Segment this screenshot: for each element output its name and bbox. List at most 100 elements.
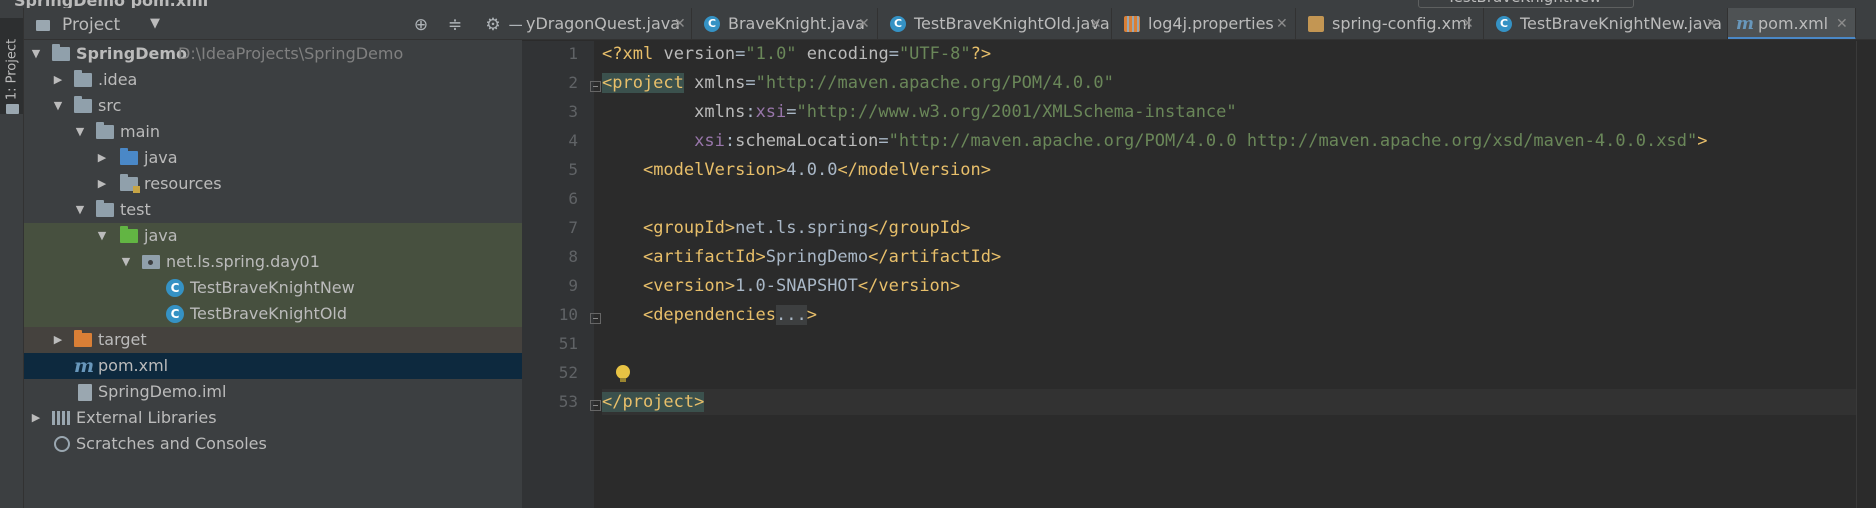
project-panel: Project ▼ ⊕ ≑ ⚙ — ▼ SpringDemo D:\IdeaPr… [24,8,526,508]
code-token: </version> [857,276,961,296]
fold-marker-icon[interactable] [590,81,601,92]
code-token: <groupId> [642,218,736,238]
code-token: "1.0" [745,44,797,64]
tab-braveknight[interactable]: C BraveKnight.java ✕ [692,8,878,39]
project-tool-window-tab[interactable]: 1: Project [0,18,23,114]
project-view-title[interactable]: Project [62,15,120,35]
line-number: 9 [568,276,578,295]
collapse-arrow-icon[interactable]: ▶ [52,327,64,353]
code-token: version [663,44,736,64]
source-folder-icon [120,148,138,165]
tree-label: Scratches and Consoles [76,434,267,453]
tree-item-package[interactable]: ▼ net.ls.spring.day01 [24,249,522,275]
module-folder-icon [52,44,70,61]
line-number: 2 [568,73,578,92]
tree-item-main-java[interactable]: ▶ java [24,145,522,171]
collapse-arrow-icon[interactable]: ▶ [96,171,108,197]
tree-item-pom[interactable]: m pom.xml [24,353,522,379]
project-tool-window-label: 1: Project [4,38,20,101]
maven-icon: m [74,355,95,377]
tree-item-main[interactable]: ▼ main [24,119,522,145]
editor-right-marker-strip[interactable] [1856,41,1876,508]
tab-label: pom.xml [1758,14,1829,33]
folded-region[interactable]: ... [776,305,807,325]
tree-item-iml[interactable]: SpringDemo.iml [24,379,522,405]
chevron-down-icon[interactable]: ▼ [150,16,160,31]
tree-item-idea[interactable]: ▶ .idea [24,67,522,93]
close-icon[interactable]: ✕ [1276,8,1288,39]
tree-label: SpringDemo.iml [98,382,227,401]
run-configuration-selector[interactable]: TestBraveKnightNew [1418,0,1634,8]
tab-label: TestBraveKnightNew.java [1520,14,1722,33]
line-number: 7 [568,218,578,237]
tree-item-scratches[interactable]: Scratches and Consoles [24,431,522,457]
left-tool-stripe: 1: Project [0,8,24,508]
expand-arrow-icon[interactable]: ▼ [74,197,86,223]
tab-log4j-properties[interactable]: log4j.properties ✕ [1112,8,1296,39]
tab-ydragonquest[interactable]: yDragonQuest.java ✕ [522,8,692,39]
close-icon[interactable]: ✕ [674,8,686,39]
java-class-icon: C [166,305,184,323]
tree-item-springdemo[interactable]: ▼ SpringDemo D:\IdeaProjects\SpringDemo [24,41,522,67]
collapse-arrow-icon[interactable]: ▶ [52,67,64,93]
line-number: 5 [568,160,578,179]
editor-area: yDragonQuest.java ✕ C BraveKnight.java ✕… [522,8,1876,508]
tree-label: pom.xml [98,356,169,375]
code-token: <dependencies [642,305,777,325]
tree-item-test-java[interactable]: ▼ java [24,223,522,249]
expand-arrow-icon[interactable]: ▼ [96,223,108,249]
tree-item-external-libraries[interactable]: ▶ External Libraries [24,405,522,431]
tree-item-class-old[interactable]: C TestBraveKnightOld [24,301,522,327]
gear-icon[interactable]: ⚙ [482,14,504,36]
line-number: 8 [568,247,578,266]
test-source-folder-icon [120,226,138,243]
fold-marker-icon[interactable] [590,313,601,324]
expand-arrow-icon[interactable]: ▼ [30,41,42,67]
tree-item-src[interactable]: ▼ src [24,93,522,119]
code-editor[interactable]: <?xml version="1.0" encoding="UTF-8"?> <… [602,41,1876,508]
package-icon [142,255,160,269]
tab-spring-config[interactable]: spring-config.xml ✕ [1296,8,1484,39]
code-line: <version>1.0-SNAPSHOT</version> [602,273,1876,299]
tree-label: target [98,330,147,349]
expand-arrow-icon[interactable]: ▼ [120,249,132,275]
code-token: schemaLocation [735,131,879,151]
collapse-arrow-icon[interactable]: ▶ [96,145,108,171]
code-token: ?> [970,44,992,64]
code-token: > [806,305,817,325]
breadcrumb[interactable]: SpringDemo pom.xml [14,0,208,8]
collapse-all-icon[interactable]: ≑ [444,14,466,36]
code-token: </artifactId> [868,247,1002,267]
tree-item-target[interactable]: ▶ target [24,327,522,353]
close-icon[interactable]: ✕ [1090,8,1102,39]
line-number: 4 [568,131,578,150]
tab-label: spring-config.xml [1332,14,1472,33]
tree-item-test[interactable]: ▼ test [24,197,522,223]
code-line-current: </project> [602,389,1876,415]
close-icon[interactable]: ✕ [1836,8,1848,39]
fold-marker-icon[interactable] [590,400,601,411]
intention-bulb-icon[interactable] [616,365,630,382]
expand-arrow-icon[interactable]: ▼ [74,119,86,145]
tree-label: TestBraveKnightNew [190,278,355,297]
java-class-icon: C [704,16,720,32]
tree-item-class-new[interactable]: C TestBraveKnightNew [24,275,522,301]
expand-arrow-icon[interactable]: ▼ [52,93,64,119]
line-number: 53 [558,392,578,411]
close-icon[interactable]: ✕ [1462,8,1474,39]
tree-label: .idea [98,70,138,89]
tree-item-resources[interactable]: ▶ resources [24,171,522,197]
close-icon[interactable]: ✕ [858,8,870,39]
code-line: <project xmlns="http://maven.apache.org/… [602,73,1114,93]
collapse-arrow-icon[interactable]: ▶ [30,405,42,431]
tab-testbraveknightnew[interactable]: C TestBraveKnightNew.java ✕ [1484,8,1728,39]
tab-pom-xml[interactable]: m pom.xml ✕ [1728,8,1856,39]
java-class-icon: C [1496,16,1512,32]
locate-icon[interactable]: ⊕ [410,14,432,36]
tab-testbraveknightold[interactable]: C TestBraveKnightOld.java ✕ [878,8,1112,39]
close-icon[interactable]: ✕ [1706,8,1718,39]
code-line: xmlns:xsi="http://www.w3.org/2001/XMLSch… [694,102,1237,122]
tree-label: main [120,122,160,141]
